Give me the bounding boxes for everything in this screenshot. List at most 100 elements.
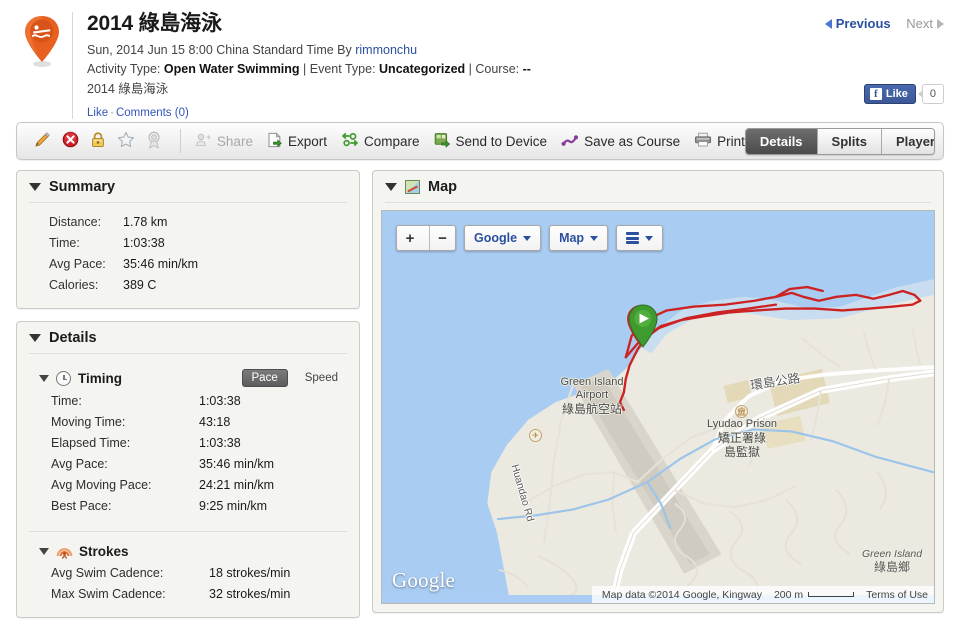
facebook-like-count: 0 [917,84,944,104]
author-link[interactable]: rimmonchu [355,43,417,57]
export-label: Export [287,133,327,149]
send-device-icon [434,132,451,151]
map-viewport[interactable]: Green Island Airport 綠島航空站 ✈ Lyudao Pris… [381,210,935,604]
chevron-left-icon [824,19,832,29]
zoom-control-group: + − [396,225,456,251]
layers-icon [626,232,640,244]
timing-key: Time: [51,394,82,408]
edit-icon[interactable] [33,131,51,152]
share-label: Share [216,133,253,149]
send-to-device-button[interactable]: Send to Device [434,132,547,151]
chevron-right-icon [937,19,944,29]
facebook-like-button[interactable]: f Like [863,84,916,104]
comments-link[interactable]: Comments (0) [116,107,189,119]
activity-header: 2014 綠島海泳 Sun, 2014 Jun 15 8:00 China St… [0,0,960,120]
summary-row: Calories: 389 C [29,275,347,296]
award-icon [146,131,162,152]
print-button[interactable]: Print [694,132,745,150]
timing-key: Avg Pace: [51,457,108,471]
map-layers-dropdown[interactable] [616,225,664,251]
summary-body: Distance: 1.78 km Time: 1:03:38 Avg Pace… [17,203,359,308]
course-label: Course: [475,62,523,77]
export-button[interactable]: Export [267,131,327,151]
chevron-down-icon [645,235,654,241]
strokes-header: Strokes [29,538,347,563]
activity-datetime: Sun, 2014 Jun 15 8:00 China Standard Tim… [87,43,356,58]
tab-splits[interactable]: Splits [816,128,881,154]
strokes-value: 18 strokes/min [209,566,291,580]
zoom-in-button[interactable]: + [397,226,423,250]
map-type-dropdown[interactable]: Map [549,225,609,251]
strokes-collapse-caret-icon[interactable] [39,548,49,555]
toggle-pace[interactable]: Pace [241,369,288,387]
summary-value: 35:46 min/km [123,257,199,271]
map-provider-dropdown[interactable]: Google [464,225,542,251]
star-icon[interactable] [117,131,135,151]
export-icon [267,131,283,151]
share-button: Share [195,132,253,150]
chevron-down-icon [523,235,532,241]
compare-icon [341,132,359,150]
zoom-out-button[interactable]: − [429,226,455,250]
timing-value: 43:18 [199,415,231,429]
prison-poi-icon: 🏛 [735,405,748,418]
timing-collapse-caret-icon[interactable] [39,374,49,382]
map-tiles [382,211,934,596]
details-collapse-caret-icon[interactable] [29,334,41,342]
pace-speed-toggle: Pace Speed [241,369,347,387]
social-links: Like · Comments (0) [87,107,944,119]
strokes-value: 32 strokes/min [209,587,291,601]
start-marker[interactable] [624,303,658,354]
toggle-speed[interactable]: Speed [296,370,347,386]
map-collapse-caret-icon[interactable] [385,183,397,191]
delete-icon[interactable] [62,131,79,151]
timing-value: 35:46 min/km [199,457,275,471]
next-activity-link[interactable]: Next [906,16,944,31]
facebook-like-widget: f Like 0 [863,84,944,104]
activity-toolbar: Share Export Compare Send to Device Save… [16,122,944,160]
details-panel: Details Timing Pace Speed Time: 1:03:38 [16,321,360,618]
details-title: Details [49,330,97,346]
activity-type-value: Open Water Swimming [163,62,300,77]
previous-activity-link[interactable]: Previous [824,16,891,31]
activity-type-label: Activity Type: [87,62,164,77]
summary-row: Distance: 1.78 km [29,212,347,233]
left-column: Summary Distance: 1.78 km Time: 1:03:38 … [16,170,360,630]
map-panel-header: Map [373,171,943,202]
facebook-icon: f [869,87,882,100]
header-text-block: 2014 綠島海泳 Sun, 2014 Jun 15 8:00 China St… [72,12,944,120]
map-divider [385,202,931,203]
strokes-row: Avg Swim Cadence: 18 strokes/min [29,563,347,584]
airport-poi-icon: ✈ [529,429,542,442]
summary-value: 1.78 km [123,215,168,229]
activity-type-line: Activity Type: Open Water Swimming | Eve… [87,60,944,79]
map-type-label: Map [559,231,585,245]
timing-value: 24:21 min/km [199,478,275,492]
timing-value: 1:03:38 [199,436,241,450]
terms-of-use-link[interactable]: Terms of Use [866,589,928,601]
summary-key: Avg Pace: [49,257,106,271]
timing-key: Moving Time: [51,415,126,429]
timing-section: Timing Pace Speed Time: 1:03:38 Moving T… [17,354,359,521]
compare-button[interactable]: Compare [341,132,420,150]
save-as-course-button[interactable]: Save as Course [561,133,680,150]
timing-key: Best Pace: [51,499,112,513]
print-label: Print [717,133,745,149]
strokes-key: Max Swim Cadence: [51,587,166,601]
summary-title: Summary [49,179,116,195]
swimmer-pin-icon [22,12,62,68]
tab-player[interactable]: Player [880,128,934,154]
tab-details[interactable]: Details [745,128,817,154]
summary-value: 1:03:38 [123,236,165,250]
page-title: 2014 綠島海泳 [87,12,222,35]
like-link[interactable]: Like [87,107,108,119]
summary-collapse-caret-icon[interactable] [29,183,41,191]
summary-value: 389 C [123,278,157,292]
lock-icon[interactable] [90,131,106,151]
map-panel: Map Green Island Airport 綠島航空站 ✈ Lyudao … [372,170,944,613]
timing-row: Avg Pace: 35:46 min/km [29,454,347,475]
event-type-value: Uncategorized [379,62,466,77]
timing-row: Time: 1:03:38 [29,391,347,412]
map-attribution-bar: Map data ©2014 Google, Kingway 200 m Ter… [591,586,934,603]
link-separator: · [110,107,114,120]
